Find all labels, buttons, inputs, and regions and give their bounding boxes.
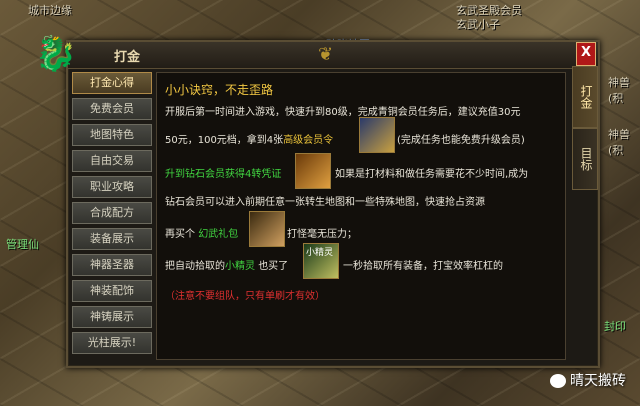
npc-label: 玄武小子 xyxy=(456,18,500,31)
text-line: 钻石会员可以进入前期任意一张转生地图和一些特殊地图，快速抢占资源 xyxy=(165,197,485,208)
wechat-icon xyxy=(550,374,566,388)
npc-label: 神兽(积 xyxy=(608,128,630,157)
content-heading: 小小诀窍，不走歪路 xyxy=(165,83,274,97)
sidebar-item-forging[interactable]: 神铸展示 xyxy=(72,306,152,328)
sidebar-item-class-guide[interactable]: 职业攻略 xyxy=(72,176,152,198)
side-tab-dajin[interactable]: 打金 xyxy=(572,66,598,128)
sidebar-item-free-trade[interactable]: 自由交易 xyxy=(72,150,152,172)
sidebar-item-crafting[interactable]: 合成配方 xyxy=(72,202,152,224)
highlight-text: 升到钻石会员获得4转凭证 xyxy=(165,169,282,180)
content-panel: 小小诀窍，不走歪路 开服后第一时间进入游戏，快速升到80级，完成青铜会员任务后，… xyxy=(156,72,566,360)
text-line: 把自动拾取的小精灵 也买了 xyxy=(165,257,288,272)
window-titlebar[interactable]: 🐉 打金 ❦ xyxy=(35,34,598,74)
text-line: 再买个 幻武礼包 xyxy=(165,225,238,240)
rebirth-voucher-icon[interactable] xyxy=(295,153,331,189)
highlight-text: 幻武礼包 xyxy=(198,229,239,240)
text-span: 把自动拾取的 xyxy=(165,261,225,272)
npc-label: 神兽(积 xyxy=(608,76,630,105)
text-line: 如果是打材料和做任务需要花不少时间,成为 xyxy=(335,169,529,180)
watermark-text: 晴天搬砖 xyxy=(570,373,626,389)
sidebar-item-accessories[interactable]: 神装配饰 xyxy=(72,280,152,302)
icon-label: 小精灵 xyxy=(306,248,334,258)
highlight-text: 小精灵 xyxy=(225,261,255,272)
sidebar-item-light-pillar[interactable]: 光柱展示! xyxy=(72,332,152,354)
side-tab-goal[interactable]: 目标 xyxy=(572,128,598,190)
sidebar-item-artifacts[interactable]: 神器圣器 xyxy=(72,254,152,276)
sidebar-menu: 打金心得 免费会员 地图特色 自由交易 职业攻略 合成配方 装备展示 神器圣器 … xyxy=(72,72,154,358)
watermark: 晴天搬砖 xyxy=(550,370,626,390)
window-title: 打金 xyxy=(114,50,141,65)
text-line: (完成任务也能免费升级会员) xyxy=(397,135,525,146)
text-span: 再买个 xyxy=(165,229,195,240)
sidebar-item-free-member[interactable]: 免费会员 xyxy=(72,98,152,120)
sprite-item-icon[interactable]: 小精灵 xyxy=(303,243,339,279)
npc-label: 封印 xyxy=(604,320,626,333)
note-text: （注意不要组队，只有单刷才有效） xyxy=(165,291,325,302)
highlight-text: 高级会员令 xyxy=(283,135,334,146)
close-button[interactable]: X xyxy=(576,42,596,66)
premium-token-icon[interactable] xyxy=(359,117,395,153)
sword-icon[interactable] xyxy=(249,211,285,247)
npc-label: 管理仙 xyxy=(6,238,39,251)
text-line: 开服后第一时间进入游戏，快速升到80级，完成青铜会员任务后，建议充值30元 xyxy=(165,107,521,118)
sidebar-item-map-features[interactable]: 地图特色 xyxy=(72,124,152,146)
sidebar-item-dajin-xinde[interactable]: 打金心得 xyxy=(72,72,152,94)
text-line: 50元，100元档，拿到4张高级会员令 xyxy=(165,131,333,146)
text-line: 打怪毫无压力； xyxy=(287,229,357,240)
text-span: 50元，100元档，拿到4张 xyxy=(165,135,284,146)
npc-label: 城市边缘 xyxy=(28,4,72,17)
sidebar-item-equipment[interactable]: 装备展示 xyxy=(72,228,152,250)
text-line: 一秒拾取所有装备，打宝效率杠杠的 xyxy=(343,261,503,272)
text-span: 也买了 xyxy=(258,261,289,272)
emblem-icon: ❦ xyxy=(318,44,334,65)
